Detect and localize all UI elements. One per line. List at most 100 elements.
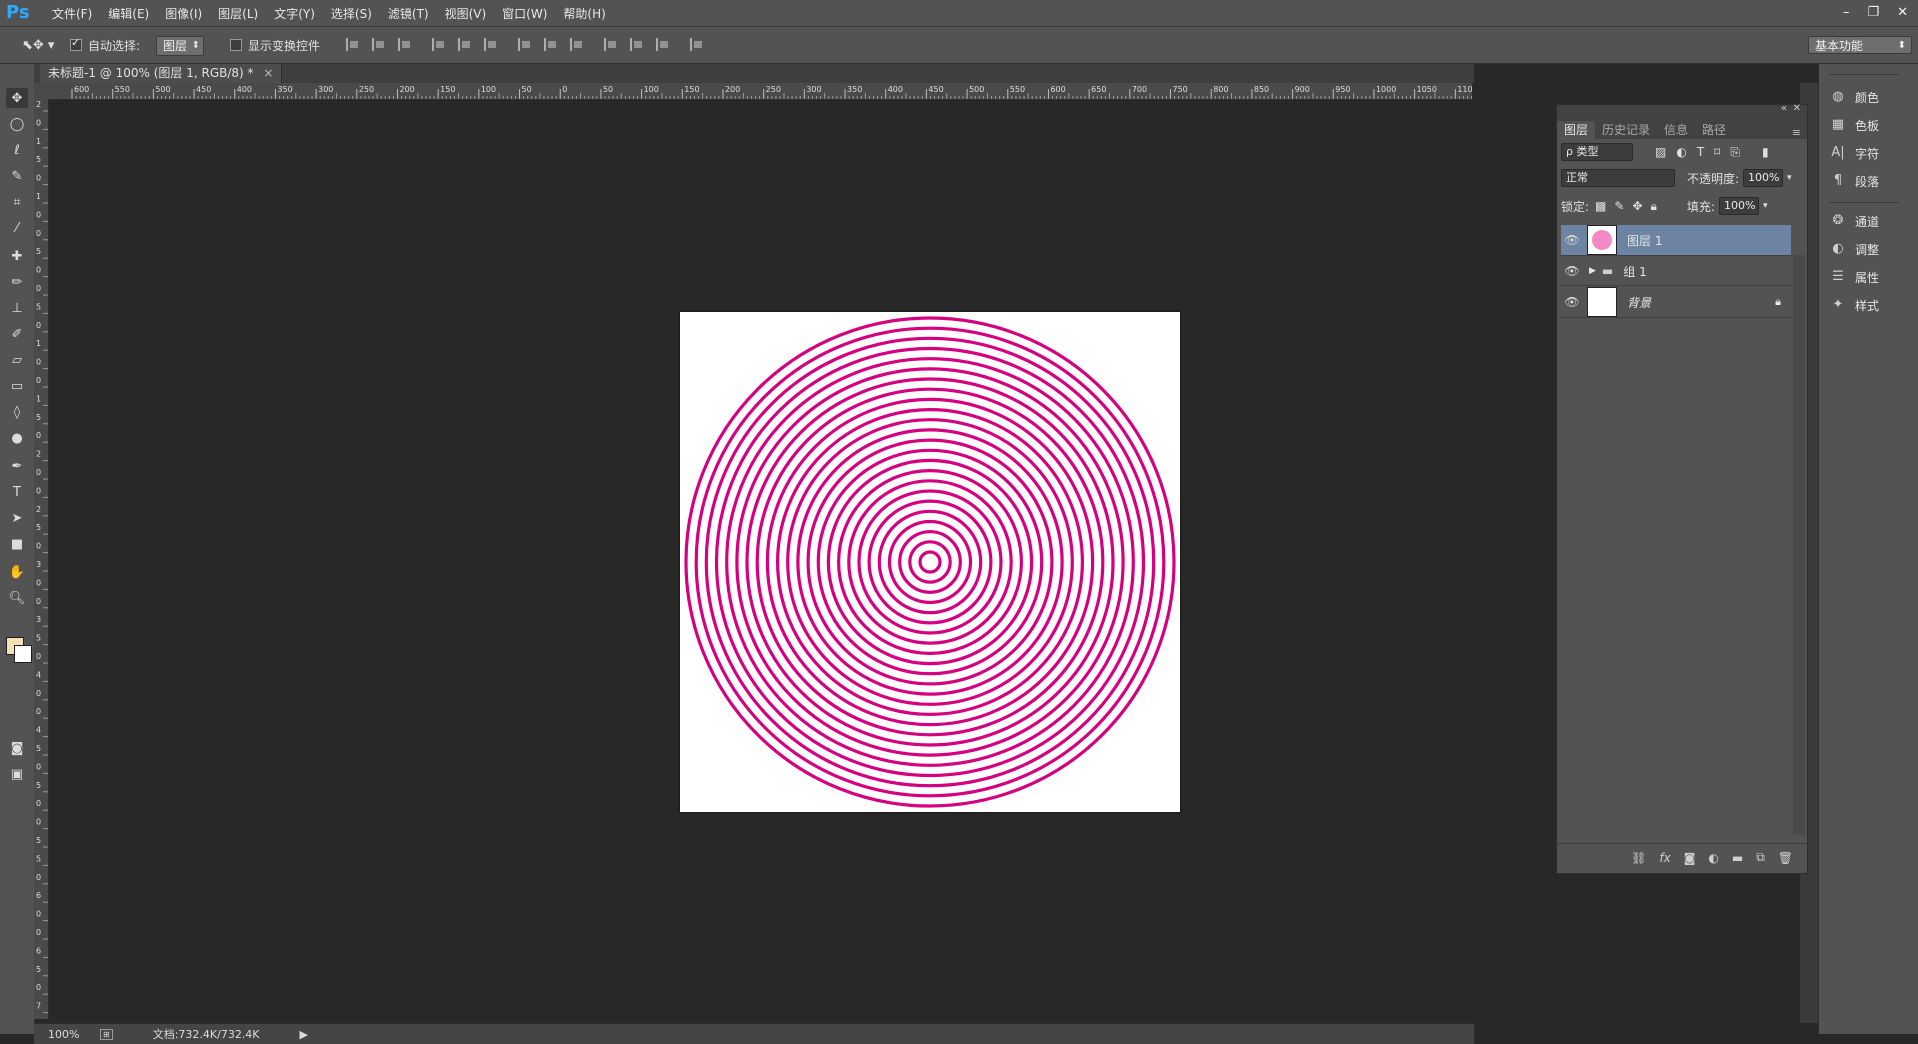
move-tool-preset-picker[interactable]: ⬉✥ ▾ bbox=[22, 36, 54, 54]
quick-mask-icon[interactable]: ◙ bbox=[6, 738, 28, 758]
layers-scrollbar[interactable] bbox=[1793, 255, 1805, 835]
lock-all-icon[interactable]: 🔒︎ bbox=[1651, 199, 1657, 214]
filter-adjust-icon[interactable]: ◐ bbox=[1676, 145, 1686, 159]
blur-tool-icon[interactable]: ◊ bbox=[6, 402, 28, 422]
layer-row-layer1[interactable]: 👁︎ 图层 1 bbox=[1561, 225, 1791, 256]
hand-tool-icon[interactable]: ✋ bbox=[6, 562, 28, 582]
auto-align-icon[interactable] bbox=[690, 38, 705, 51]
dock-character[interactable]: A| 字符 bbox=[1829, 142, 1909, 164]
new-group-icon[interactable]: ▬ bbox=[1732, 851, 1743, 865]
document-tab[interactable]: 未标题-1 @ 100% (图层 1, RGB/8) * × bbox=[40, 64, 283, 83]
layer-row-background[interactable]: 👁︎ 背景 🔒︎ bbox=[1561, 287, 1791, 318]
distribute-vcenter-icon[interactable] bbox=[544, 38, 559, 51]
tab-paths[interactable]: 路径 bbox=[1695, 121, 1733, 139]
pen-tool-icon[interactable]: ✒ bbox=[6, 456, 28, 476]
layer-row-group1[interactable]: 👁︎ ▶ ▬ 组 1 bbox=[1561, 257, 1791, 286]
menu-image[interactable]: 图像(I) bbox=[157, 5, 210, 22]
ruler-origin[interactable] bbox=[34, 83, 48, 99]
tab-layers[interactable]: 图层 bbox=[1557, 121, 1596, 139]
align-right-icon[interactable] bbox=[484, 38, 499, 51]
menu-filter[interactable]: 滤镜(T) bbox=[380, 5, 437, 22]
filter-shape-icon[interactable]: ⌑ bbox=[1714, 145, 1720, 159]
menu-select[interactable]: 选择(S) bbox=[323, 5, 380, 22]
distribute-top-icon[interactable] bbox=[518, 38, 533, 51]
panel-menu-icon[interactable]: ≡ bbox=[1792, 126, 1801, 139]
layer-style-fx-icon[interactable]: fx bbox=[1659, 851, 1670, 865]
marquee-tool-icon[interactable]: ◯ bbox=[6, 114, 28, 134]
quick-select-tool-icon[interactable]: ✎ bbox=[6, 166, 28, 186]
visibility-eye-icon[interactable]: 👁︎ bbox=[1561, 295, 1583, 309]
expand-arrow-icon[interactable]: ▶ bbox=[1589, 266, 1596, 276]
dock-styles[interactable]: ✦ 样式 bbox=[1829, 294, 1909, 316]
status-menu-arrow-icon[interactable]: ▶ bbox=[300, 1028, 308, 1041]
align-hcenter-icon[interactable] bbox=[458, 38, 473, 51]
opacity-input[interactable]: 100% bbox=[1743, 169, 1784, 187]
fill-input[interactable]: 100% bbox=[1718, 197, 1759, 215]
lock-transparent-icon[interactable]: ▩ bbox=[1595, 199, 1606, 213]
layer-name[interactable]: 组 1 bbox=[1623, 263, 1646, 280]
zoom-tool-icon[interactable]: 🔍︎ bbox=[6, 588, 28, 608]
eraser-tool-icon[interactable]: ▱ bbox=[6, 350, 28, 370]
background-color-swatch[interactable] bbox=[14, 645, 32, 663]
restore-button[interactable]: ❐ bbox=[1867, 5, 1879, 20]
workspace-switcher[interactable]: 基本功能 bbox=[1808, 36, 1912, 55]
menu-layer[interactable]: 图层(L) bbox=[210, 5, 266, 22]
lock-position-icon[interactable]: ✥ bbox=[1632, 199, 1642, 213]
dock-channels[interactable]: ❂ 通道 bbox=[1829, 210, 1909, 232]
layer-name[interactable]: 图层 1 bbox=[1627, 232, 1662, 249]
filter-type-icon[interactable]: T bbox=[1697, 145, 1704, 159]
minimize-button[interactable]: – bbox=[1843, 5, 1850, 20]
dock-color[interactable]: ◍ 颜色 bbox=[1829, 86, 1909, 108]
menu-window[interactable]: 窗口(W) bbox=[494, 5, 555, 22]
link-layers-icon[interactable]: ⛓ bbox=[1631, 851, 1646, 865]
layer-filter-dropdown[interactable]: ρ 类型 bbox=[1561, 143, 1633, 161]
dock-adjustments[interactable]: ◐ 调整 bbox=[1829, 238, 1909, 260]
distribute-right-icon[interactable] bbox=[656, 38, 671, 51]
panel-collapse-icon[interactable]: « bbox=[1781, 103, 1787, 114]
lock-pixels-icon[interactable]: ✎ bbox=[1614, 199, 1624, 213]
history-brush-tool-icon[interactable]: ✐ bbox=[6, 324, 28, 344]
menu-view[interactable]: 视图(V) bbox=[437, 5, 495, 22]
dock-paragraph[interactable]: ¶ 段落 bbox=[1829, 170, 1909, 192]
type-tool-icon[interactable]: T bbox=[6, 482, 28, 502]
align-top-icon[interactable] bbox=[346, 38, 361, 51]
clone-stamp-tool-icon[interactable]: ⊥ bbox=[6, 298, 28, 318]
align-vcenter-icon[interactable] bbox=[372, 38, 387, 51]
rectangle-tool-icon[interactable]: ■ bbox=[6, 534, 28, 554]
document-canvas[interactable] bbox=[680, 312, 1180, 812]
dock-swatches[interactable]: ▦ 色板 bbox=[1829, 114, 1909, 136]
delete-layer-icon[interactable]: 🗑︎ bbox=[1778, 851, 1793, 865]
crop-tool-icon[interactable]: ⌗ bbox=[6, 192, 28, 212]
adjustment-layer-icon[interactable]: ◐ bbox=[1708, 851, 1718, 865]
brush-tool-icon[interactable]: ✏ bbox=[6, 272, 28, 292]
filter-toggle-icon[interactable]: ▮ bbox=[1762, 145, 1769, 159]
new-layer-icon[interactable]: ⧉ bbox=[1756, 850, 1765, 865]
healing-brush-tool-icon[interactable]: ✚ bbox=[6, 246, 28, 266]
dodge-tool-icon[interactable]: ● bbox=[6, 428, 28, 448]
menu-help[interactable]: 帮助(H) bbox=[555, 5, 613, 22]
move-tool-icon[interactable]: ✥ bbox=[6, 88, 28, 108]
tab-history[interactable]: 历史记录 bbox=[1595, 121, 1657, 139]
filter-smart-icon[interactable]: ⎘ bbox=[1730, 145, 1740, 160]
distribute-bottom-icon[interactable] bbox=[570, 38, 585, 51]
menu-file[interactable]: 文件(F) bbox=[44, 5, 100, 22]
distribute-left-icon[interactable] bbox=[604, 38, 619, 51]
align-bottom-icon[interactable] bbox=[398, 38, 413, 51]
filter-pixel-icon[interactable]: ▨ bbox=[1655, 145, 1666, 159]
lasso-tool-icon[interactable]: ℓ bbox=[6, 140, 28, 160]
eyedropper-tool-icon[interactable]: ⁄ bbox=[6, 218, 28, 238]
menu-type[interactable]: 文字(Y) bbox=[266, 5, 323, 22]
close-tab-icon[interactable]: × bbox=[263, 66, 273, 80]
screen-mode-icon[interactable]: ▣ bbox=[6, 764, 28, 784]
align-left-icon[interactable] bbox=[432, 38, 447, 51]
gradient-tool-icon[interactable]: ▭ bbox=[6, 376, 28, 396]
tab-info[interactable]: 信息 bbox=[1657, 121, 1695, 139]
auto-select-target-dropdown[interactable]: 图层 bbox=[156, 36, 205, 56]
auto-select-checkbox[interactable]: 自动选择: bbox=[70, 36, 140, 54]
add-mask-icon[interactable]: ◙ bbox=[1684, 851, 1696, 865]
dock-properties[interactable]: ☰ 属性 bbox=[1829, 266, 1909, 288]
layer-name[interactable]: 背景 bbox=[1627, 294, 1651, 311]
show-transform-checkbox[interactable]: 显示变换控件 bbox=[230, 36, 320, 54]
panel-close-icon[interactable]: ✕ bbox=[1793, 103, 1801, 114]
fill-slider-icon[interactable]: ▾ bbox=[1763, 201, 1768, 211]
